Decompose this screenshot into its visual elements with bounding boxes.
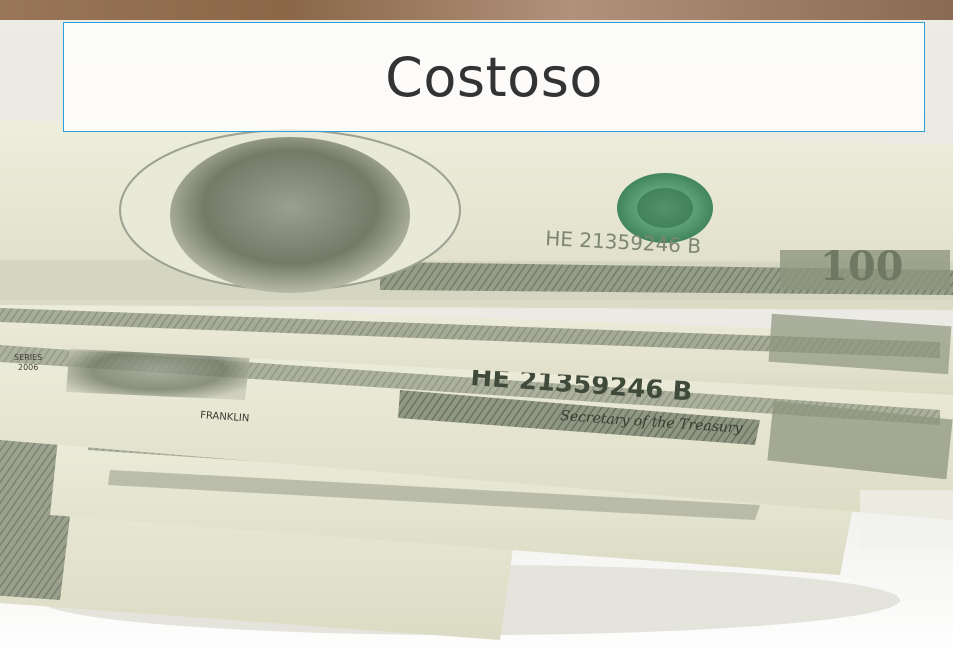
svg-text:SERIES: SERIES (14, 353, 42, 362)
slide-title[interactable]: Costoso (385, 46, 603, 109)
title-box: Costoso (63, 22, 925, 132)
bill-top: HE 21359246 B 100 (0, 120, 953, 310)
svg-text:100: 100 (820, 243, 904, 290)
slide-background-photo: HE 21359246 B Secretary of the Treasury … (0, 0, 953, 662)
svg-text:2006: 2006 (18, 363, 38, 372)
